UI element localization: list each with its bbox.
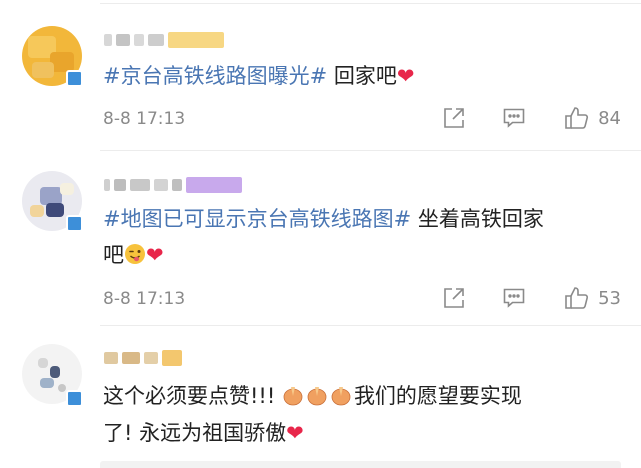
hashtag-link[interactable]: #地图已可显示京台高铁线路图# (103, 207, 411, 231)
heart-icon: ❤ (146, 243, 164, 267)
verified-badge-icon (66, 390, 83, 407)
comment-divider (100, 150, 641, 151)
heart-icon: ❤ (286, 421, 304, 445)
like-button[interactable]: 84 (564, 106, 621, 130)
share-icon (444, 288, 464, 308)
share-button[interactable] (442, 106, 466, 130)
thumbs-up-icon (565, 287, 589, 309)
comment-text: #地图已可显示京台高铁线路图# 坐着高铁回家 (103, 207, 544, 231)
comment-divider (100, 325, 641, 326)
vip-badge-icon (186, 177, 242, 193)
reply-button[interactable] (502, 286, 526, 310)
comment-text-line2: 了! 永远为祖国骄傲❤ (103, 421, 304, 445)
vip-badge-icon (168, 32, 224, 48)
share-icon (444, 108, 464, 128)
comment-actions: 84 (442, 106, 621, 130)
username-blurred[interactable] (104, 175, 242, 195)
username-blurred[interactable] (104, 348, 182, 368)
comment-icon (503, 288, 525, 308)
hashtag-link[interactable]: #京台高铁线路图曝光# (103, 64, 327, 88)
vip-badge-icon (162, 350, 182, 366)
comment-actions: 53 (442, 286, 621, 310)
comment-text-line2: 吧 ❤ (103, 237, 164, 276)
prayer-hands-emoji-icon (282, 381, 354, 417)
comment-timestamp: 8-8 17:13 (103, 109, 186, 129)
thumbs-up-icon (565, 107, 589, 129)
comment-text: #京台高铁线路图曝光# 回家吧❤ (103, 64, 415, 88)
verified-badge-icon (66, 70, 83, 87)
tongue-wink-emoji-icon (124, 240, 146, 276)
heart-icon: ❤ (396, 64, 415, 88)
top-divider (100, 3, 641, 4)
share-button[interactable] (442, 286, 466, 310)
username-blurred[interactable] (104, 30, 224, 50)
comment-timestamp: 8-8 17:13 (103, 289, 186, 309)
comment-icon (503, 108, 525, 128)
like-count: 53 (598, 287, 621, 309)
like-button[interactable]: 53 (564, 286, 621, 310)
reply-button[interactable] (502, 106, 526, 130)
nested-reply-box[interactable] (100, 461, 621, 468)
verified-badge-icon (66, 215, 83, 232)
like-count: 84 (598, 107, 621, 129)
comment-text: 这个必须要点赞!!! 我们的愿望要实现 (103, 378, 522, 417)
